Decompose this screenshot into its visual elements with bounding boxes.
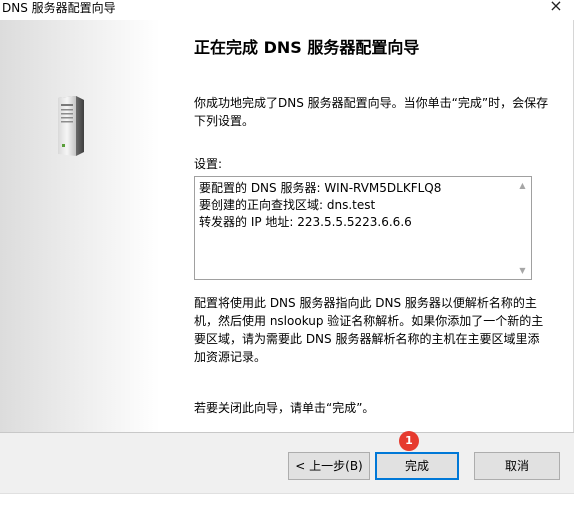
description-text: 配置将使用此 DNS 服务器指向此 DNS 服务器以便解析名称的主机，然后使用 …	[194, 296, 544, 364]
window-border	[573, 20, 574, 490]
intro-text: 你成功地完成了DNS 服务器配置向导。当你单击“完成”时，会保存下列设置。	[194, 96, 549, 128]
back-button[interactable]: < 上一步(B)	[288, 452, 370, 480]
finish-button[interactable]: 完成	[375, 452, 459, 480]
close-icon[interactable]: ×	[546, 0, 566, 16]
settings-line-server: 要配置的 DNS 服务器: WIN-RVM5DLKFLQ8	[199, 181, 442, 195]
cancel-button[interactable]: 取消	[474, 452, 560, 480]
title-bar: DNS 服务器配置向导 ×	[0, 0, 583, 20]
window-title: DNS 服务器配置向导	[2, 1, 116, 15]
close-hint-text: 若要关闭此向导，请单击“完成”。	[194, 401, 375, 415]
settings-line-forwarder: 转发器的 IP 地址: 223.5.5.5223.6.6.6	[199, 215, 412, 229]
server-icon	[58, 96, 84, 156]
settings-textbox[interactable]: 要配置的 DNS 服务器: WIN-RVM5DLKFLQ8 要创建的正向查找区域…	[194, 176, 532, 280]
page-title: 正在完成 DNS 服务器配置向导	[194, 38, 420, 57]
settings-line-zone: 要创建的正向查找区域: dns.test	[199, 198, 376, 212]
vertical-scrollbar[interactable]: ▲ ▼	[514, 177, 531, 279]
settings-label: 设置:	[194, 157, 223, 171]
scroll-up-icon[interactable]: ▲	[514, 177, 531, 194]
window-bottom	[0, 493, 583, 507]
step-badge: 1	[399, 431, 419, 451]
window-bottom-border	[0, 493, 574, 494]
wizard-side-panel	[0, 20, 160, 432]
scroll-down-icon[interactable]: ▼	[514, 262, 531, 279]
settings-lines: 要配置的 DNS 服务器: WIN-RVM5DLKFLQ8 要创建的正向查找区域…	[199, 180, 511, 231]
